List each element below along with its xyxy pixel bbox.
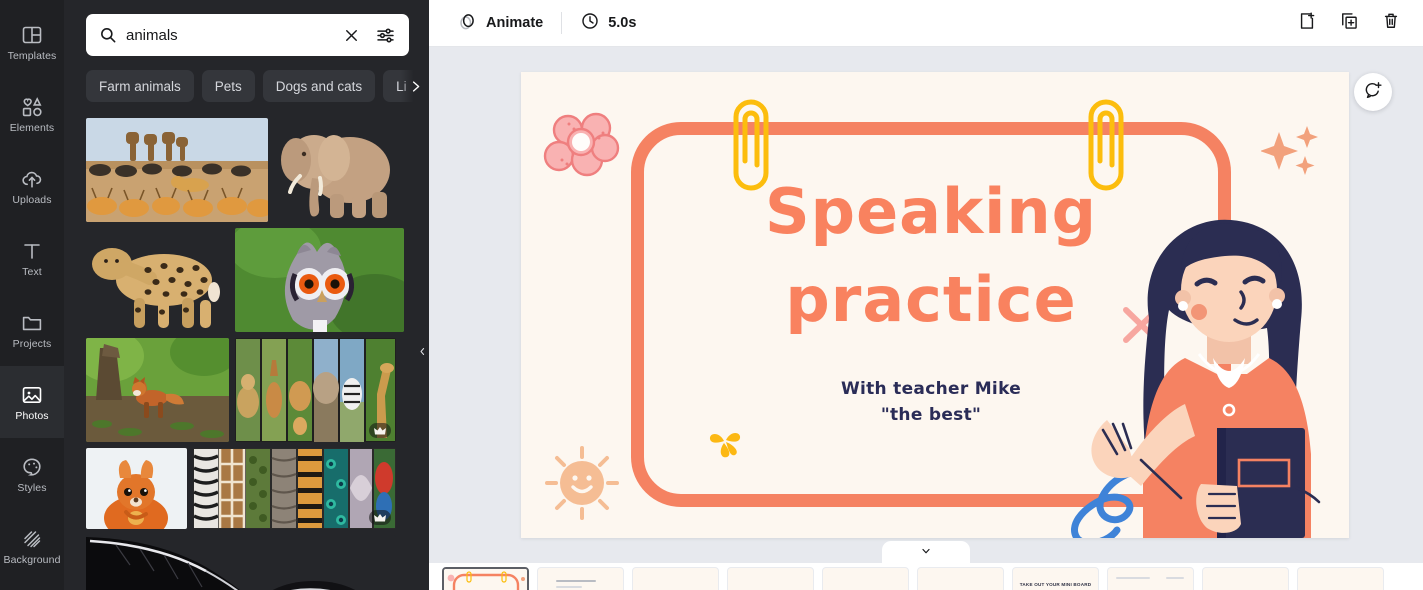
flower-sticker [543,108,623,185]
canva-editor-window: Templates Elements Uploads Text Projects… [0,0,1423,590]
background-icon [20,527,44,551]
photo-owl-portrait[interactable] [235,228,404,332]
sidebar-label: Elements [9,121,55,134]
editor-area: Animate 5.0s Speaking practice With teac… [429,0,1423,590]
sidebar-label: Text [22,265,42,278]
duration-label: 5.0s [608,15,637,31]
sidebar-label: Photos [15,409,49,422]
templates-icon [20,23,44,47]
thumbnail-slide-2[interactable] [537,567,624,590]
sun-smiley [539,440,625,531]
photo-black-bird-feather[interactable] [86,535,396,590]
trash-icon [1381,11,1401,36]
thumbnail-slide-8[interactable] [1107,567,1194,590]
top-toolbar: Animate 5.0s [429,0,1423,47]
thumbnail-slide-6[interactable] [917,567,1004,590]
slide-title: Speaking practice [765,175,1097,337]
search-icon [98,25,118,45]
add-page-button[interactable] [1291,7,1323,39]
left-nav-rail: Templates Elements Uploads Text Projects… [0,0,64,590]
search-input[interactable] [126,26,331,44]
add-comment-button[interactable] [1354,73,1392,111]
search-box[interactable] [86,14,409,56]
styles-icon [20,455,44,479]
thumbnail-slide-4[interactable] [727,567,814,590]
chip-farm-animals[interactable]: Farm animals [86,70,194,102]
category-chips: Farm animals Pets Dogs and cats Li [64,56,429,102]
panel-collapse-handle[interactable] [415,325,429,383]
thumbnail-slide-3[interactable] [632,567,719,590]
photo-animal-textures-collage[interactable] [193,448,396,529]
sidebar-label: Projects [12,337,52,350]
sidebar-label: Templates [7,49,57,62]
chevron-right-icon[interactable] [401,70,429,102]
slide-subtitle: With teacher Mike "the best" [676,377,1186,428]
toolbar-divider [561,12,563,34]
sidebar-item-projects[interactable]: Projects [0,294,64,366]
add-page-icon [1297,11,1317,36]
add-comment-icon [1363,80,1383,105]
animate-icon [457,11,478,36]
thumbnail-slide-1[interactable] [442,567,529,590]
sidebar-label: Styles [17,481,47,494]
clover [707,425,743,464]
duplicate-page-icon [1339,11,1359,36]
sidebar-label: Uploads [12,193,52,206]
duration-button[interactable]: 5.0s [572,7,644,39]
sidebar-label: Background [3,553,61,566]
sidebar-item-text[interactable]: Text [0,222,64,294]
photo-row [86,535,407,590]
clock-icon [580,11,600,35]
subtitle-line-1: With teacher Mike [840,379,1022,399]
animate-label: Animate [486,15,544,31]
delete-page-button[interactable] [1375,7,1407,39]
strip-collapse-tab[interactable] [882,541,970,563]
photo-leopard-cutout[interactable] [86,228,229,332]
close-icon[interactable] [339,24,364,47]
chip-pets[interactable]: Pets [201,70,255,102]
chevron-left-icon [418,345,427,363]
sidebar-item-background[interactable]: Background [0,510,64,582]
photo-results-grid [64,102,429,590]
photo-row [86,228,407,332]
thumbnail-text: TAKE OUT YOUR MINI BOARD [1019,582,1092,587]
sidebar-item-templates[interactable]: Templates [0,6,64,78]
photo-red-fox-forest[interactable] [86,338,229,442]
photo-row [86,448,407,529]
crown-icon [369,510,391,525]
sidebar-item-styles[interactable]: Styles [0,438,64,510]
duplicate-page-button[interactable] [1333,7,1365,39]
slide-canvas[interactable]: Speaking practice With teacher Mike "the… [521,72,1349,538]
chip-dogs-and-cats[interactable]: Dogs and cats [262,70,376,102]
subtitle-line-2: "the best" [880,404,982,425]
animate-button[interactable]: Animate [449,7,551,39]
sidebar-item-uploads[interactable]: Uploads [0,150,64,222]
photo-elephant-cutout[interactable] [274,118,407,222]
photo-row [86,118,407,222]
photos-icon [20,383,44,407]
photo-safari-giraffes-antelope[interactable] [86,118,268,222]
thumbnail-slide-9[interactable] [1202,567,1289,590]
photos-panel: Farm animals Pets Dogs and cats Li [64,0,429,590]
photo-row [86,338,407,442]
projects-icon [20,311,44,335]
slide-thumbnail-strip[interactable]: TAKE OUT YOUR MINI BOARD [429,563,1423,590]
sparkles [1260,124,1325,193]
search-area [64,0,429,56]
photo-wild-animals-collage[interactable] [235,338,396,442]
filter-sliders-icon[interactable] [372,23,399,48]
thumbnail-slide-10[interactable] [1297,567,1384,590]
crown-icon [369,423,391,438]
sidebar-item-elements[interactable]: Elements [0,78,64,150]
uploads-icon [20,167,44,191]
photo-red-squirrel[interactable] [86,448,187,529]
thumbnail-slide-7[interactable]: TAKE OUT YOUR MINI BOARD [1012,567,1099,590]
elements-icon [20,95,44,119]
sidebar-item-photos[interactable]: Photos [0,366,64,438]
chevron-down-icon [919,544,933,562]
canvas-area: Speaking practice With teacher Mike "the… [429,47,1423,590]
thumbnail-slide-5[interactable] [822,567,909,590]
text-icon [20,239,44,263]
